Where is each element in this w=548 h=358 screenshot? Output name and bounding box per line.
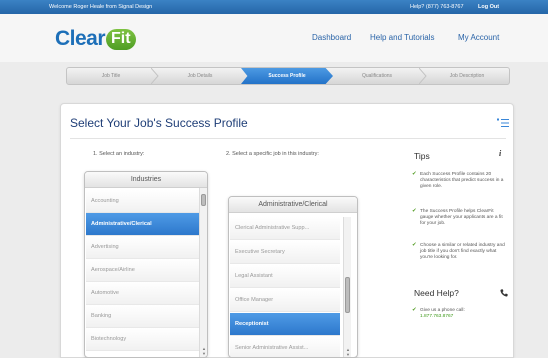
industry-item-accounting[interactable]: Accounting [86,190,199,213]
logout-link[interactable]: Log Out [478,4,499,10]
jobs-list: Administrative/Clerical Clerical Adminis… [228,196,358,358]
header: Clear Fit Dashboard Help and Tutorials M… [0,14,548,62]
need-help-title: Need Help? [414,288,459,298]
job-instruction: 2. Select a specific job in this industr… [226,151,319,157]
step-job-title[interactable]: Job Title [67,68,155,84]
page-title: Select Your Job's Success Profile [70,116,248,130]
check-icon: ✔ [412,242,417,248]
welcome-text: Welcome Roger Heale from Signal Design [49,4,153,10]
industries-scrollbar[interactable]: ▲ ▼ [199,188,207,357]
tips-title: Tips [414,151,430,161]
tip-item: The Success Profile helps ClearFit gauge… [420,209,503,226]
check-icon: ✔ [412,307,417,313]
info-icon[interactable]: i [499,149,501,158]
job-item-legal-assistant[interactable]: Legal Assistant [230,265,340,288]
logo-text-clear: Clear [55,27,106,50]
step-success-profile[interactable]: Success Profile [241,68,333,84]
help-phone-text: Help? (877) 763-8767 [410,4,464,10]
need-help-phone[interactable]: 1.877.763.8767 [420,314,453,319]
jobs-scrollbar[interactable]: ▲ ▼ [343,217,351,357]
need-help-text: Give us a phone call: 1.877.763.8767 [420,308,506,320]
job-item-senior-administrative-assistant[interactable]: Senior Administrative Assist... [230,337,340,357]
industry-item-administrative-clerical[interactable]: Administrative/Clerical [86,213,199,236]
title-divider [70,138,506,139]
check-icon: ✔ [412,171,417,177]
need-help-line: Give us a phone call: [420,308,465,313]
scroll-down-arrow-icon[interactable]: ▼ [201,351,207,356]
phone-icon [500,289,508,297]
jobs-scroll-thumb[interactable] [345,277,350,313]
job-item-clerical-administrative-support[interactable]: Clerical Administrative Supp... [230,217,340,240]
nav-my-account[interactable]: My Account [458,33,499,42]
step-progress-bar: Job Title Job Details Success Profile Qu… [66,67,510,85]
tip-item: Choose a similar or related industry and… [420,243,505,260]
industries-list: Industries Accounting Administrative/Cle… [84,171,208,358]
industry-item-banking[interactable]: Banking [86,305,199,328]
nav-help-and-tutorials[interactable]: Help and Tutorials [370,33,434,42]
industry-item-automotive[interactable]: Automotive [86,282,199,305]
step-qualifications[interactable]: Qualifications [333,68,421,84]
nav-dashboard[interactable]: Dashboard [312,33,351,42]
step-job-description[interactable]: Job Description [423,68,509,84]
list-view-icon[interactable] [497,118,509,128]
industry-item-aerospace-airline[interactable]: Aerospace/Airline [86,259,199,282]
job-item-office-manager[interactable]: Office Manager [230,289,340,312]
logo-text-fit: Fit [106,28,136,50]
clearfit-logo[interactable]: Clear Fit [55,27,136,50]
job-item-executive-secretary[interactable]: Executive Secretary [230,241,340,264]
scroll-down-arrow-icon[interactable]: ▼ [345,352,351,357]
jobs-list-header: Administrative/Clerical [229,197,357,213]
industries-scroll-thumb[interactable] [201,194,206,206]
check-icon: ✔ [412,208,417,214]
industry-item-advertising[interactable]: Advertising [86,236,199,259]
tip-item: Each Success Profile contains 20 charact… [420,172,504,189]
top-bar: Welcome Roger Heale from Signal Design H… [0,0,548,14]
industry-instruction: 1. Select an industry: [93,151,145,157]
industries-list-header: Industries [85,172,207,188]
job-item-receptionist[interactable]: Receptionist [230,313,340,336]
step-job-details[interactable]: Job Details [157,68,243,84]
industry-item-biotechnology[interactable]: Biotechnology [86,328,199,351]
